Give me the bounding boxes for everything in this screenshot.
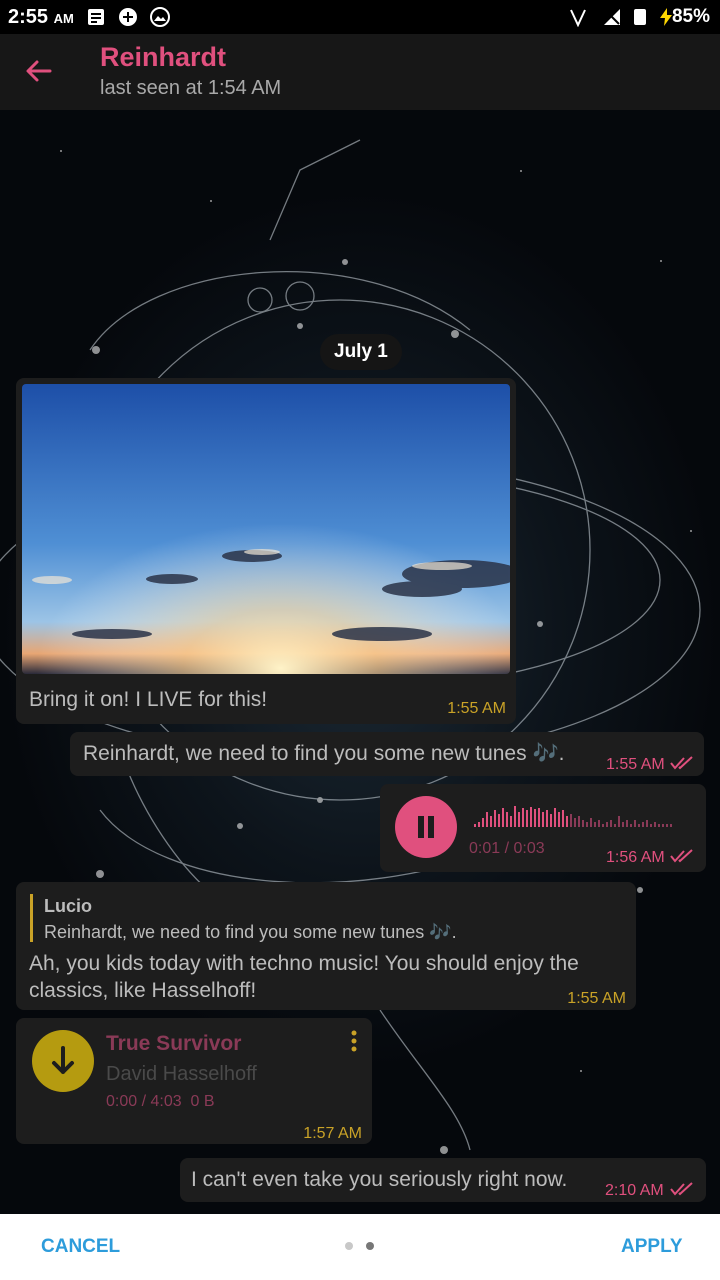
double-check-icon — [670, 849, 693, 863]
message-time: 1:55 AM — [447, 700, 506, 717]
star — [580, 1070, 582, 1072]
quote-author[interactable]: Lucio — [44, 896, 92, 917]
waveform[interactable] — [470, 804, 692, 830]
message-time: 1:56 AM — [606, 849, 665, 866]
song-artist: David Hasselhoff — [106, 1063, 257, 1085]
star — [690, 530, 692, 532]
message-text: I can't even take you seriously right no… — [191, 1168, 568, 1191]
no-signal-icon — [604, 9, 620, 25]
star — [60, 150, 62, 152]
download-arrow-icon — [52, 1046, 74, 1074]
star — [210, 200, 212, 202]
outgoing-message[interactable]: Reinhardt, we need to find you some new … — [70, 732, 704, 776]
quote-text[interactable]: Reinhardt, we need to find you some new … — [44, 922, 457, 943]
star — [520, 170, 522, 172]
reply-quote-bar — [30, 894, 33, 942]
cancel-button[interactable]: CANCEL — [41, 1236, 120, 1258]
battery-percent: 85% — [671, 6, 710, 27]
status-bar: 2:55 AM 85% — [0, 0, 720, 34]
download-button[interactable] — [32, 1030, 94, 1092]
double-check-icon — [670, 756, 693, 770]
sunset-photo[interactable] — [22, 384, 510, 674]
page-indicator-dot-active[interactable] — [366, 1242, 374, 1250]
apply-button[interactable]: APPLY — [621, 1236, 683, 1258]
chat-area[interactable]: July 1 Bring it on! I LIVE for this! 1:5… — [0, 110, 720, 1214]
message-time: 1:57 AM — [303, 1125, 362, 1142]
date-separator: July 1 — [320, 334, 402, 370]
status-time: 2:55 AM — [8, 6, 74, 28]
star — [660, 260, 662, 262]
message-text-line1: Ah, you kids today with techno music! Yo… — [29, 952, 579, 975]
page-indicator-dot[interactable] — [345, 1242, 353, 1250]
contact-name[interactable]: Reinhardt — [100, 42, 226, 73]
chat-header: Reinhardt last seen at 1:54 AM — [0, 34, 720, 110]
song-meta: 0:00 / 4:03 0 B — [106, 1093, 215, 1110]
message-text-line2: classics, like Hasselhoff! — [29, 979, 257, 1002]
double-check-icon — [670, 1182, 693, 1196]
back-arrow-icon[interactable] — [24, 56, 54, 86]
add-circle-icon — [119, 8, 137, 26]
voice-progress: 0:01 / 0:03 — [469, 840, 545, 857]
message-time: 1:55 AM — [567, 990, 626, 1007]
pause-button[interactable] — [395, 796, 457, 858]
message-time: 1:55 AM — [606, 756, 665, 773]
reply-message[interactable]: Lucio Reinhardt, we need to find you som… — [16, 882, 636, 1010]
gallery-icon — [150, 7, 170, 27]
photo-message[interactable]: Bring it on! I LIVE for this! 1:55 AM — [16, 378, 516, 724]
vibrate-icon — [570, 9, 586, 27]
voice-message[interactable]: 0:01 / 0:03 1:56 AM — [380, 784, 706, 872]
message-time: 2:10 AM — [605, 1182, 664, 1199]
photo-caption: Bring it on! I LIVE for this! — [29, 688, 268, 711]
bottom-action-bar: CANCEL APPLY — [0, 1214, 720, 1280]
message-text: Reinhardt, we need to find you some new … — [83, 742, 565, 765]
sim-icon — [634, 9, 646, 25]
music-message[interactable]: True Survivor David Hasselhoff 0:00 / 4:… — [16, 1018, 372, 1144]
song-title: True Survivor — [106, 1032, 242, 1055]
last-seen-status: last seen at 1:54 AM — [100, 77, 282, 99]
notes-icon — [88, 9, 104, 25]
more-options-icon[interactable] — [350, 1030, 358, 1052]
outgoing-message[interactable]: I can't even take you seriously right no… — [180, 1158, 706, 1202]
